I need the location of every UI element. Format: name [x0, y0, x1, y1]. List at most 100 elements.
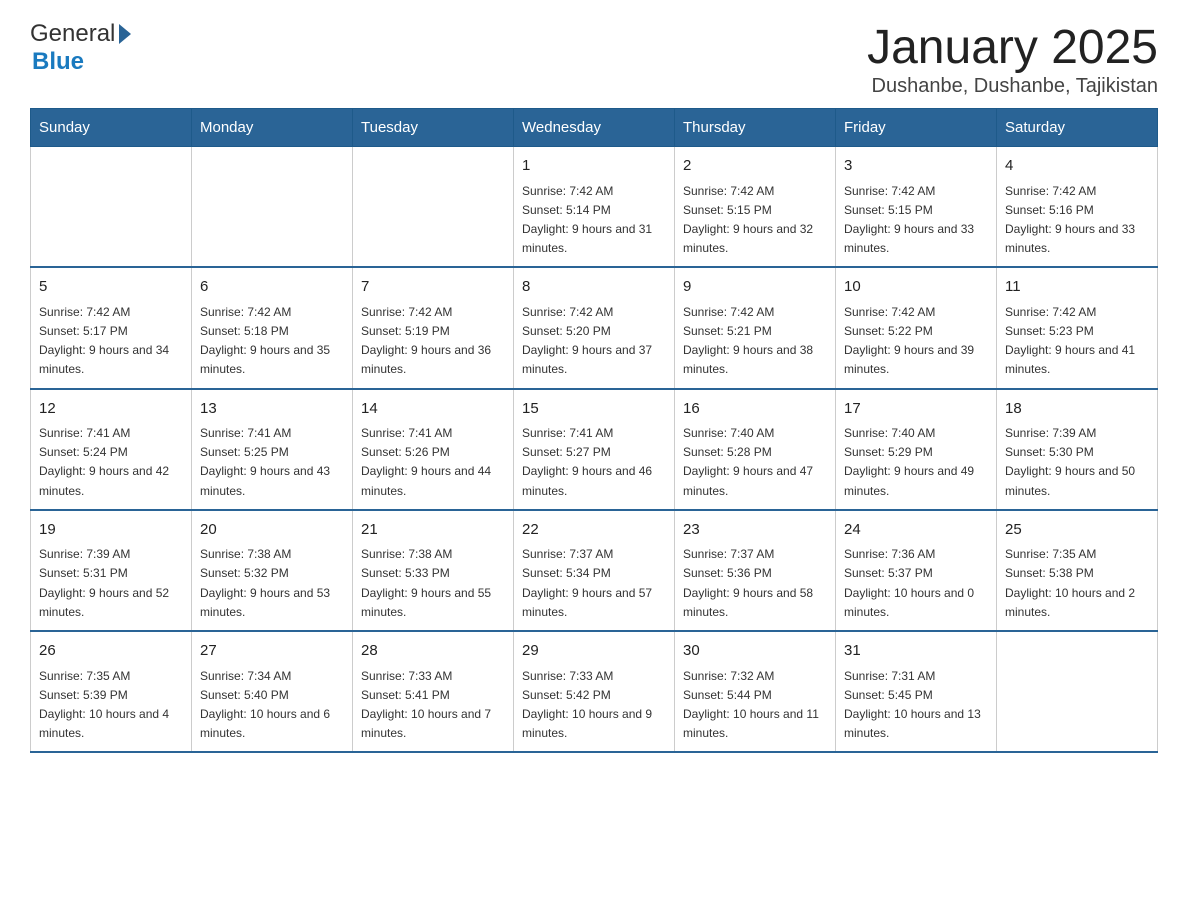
day-info: Sunrise: 7:39 AM Sunset: 5:31 PM Dayligh…: [39, 545, 183, 622]
calendar-cell: 15 Sunrise: 7:41 AM Sunset: 5:27 PM Dayli…: [514, 389, 675, 510]
calendar-week-row: 12Sunrise: 7:41 AM Sunset: 5:24 PM Dayli…: [31, 389, 1158, 510]
calendar-cell: 18 Sunrise: 7:39 AM Sunset: 5:30 PM Dayli…: [997, 389, 1158, 510]
day-info: Sunrise: 7:33 AM Sunset: 5:41 PM Dayligh…: [361, 667, 505, 744]
day-number: 12: [39, 398, 183, 421]
day-number: 19: [39, 519, 183, 542]
day-number: 25: [1005, 519, 1149, 542]
day-info: Sunrise: 7:41 AM Sunset: 5:27 PM Dayligh…: [522, 424, 666, 501]
calendar-cell: 16Sunrise: 7:40 AM Sunset: 5:28 PM Dayli…: [675, 389, 836, 510]
day-number: 29: [522, 640, 666, 663]
day-number: 7: [361, 276, 505, 299]
logo: General Blue: [30, 20, 131, 76]
day-number: 31: [844, 640, 988, 663]
title-block: January 2025 Dushanbe, Dushanbe, Tajikis…: [867, 20, 1158, 98]
calendar-cell: 8 Sunrise: 7:42 AM Sunset: 5:20 PM Daylig…: [514, 267, 675, 388]
calendar-day-header: Sunday: [31, 109, 192, 147]
day-info: Sunrise: 7:36 AM Sunset: 5:37 PM Dayligh…: [844, 545, 988, 622]
page-title: January 2025: [867, 20, 1158, 75]
day-number: 23: [683, 519, 827, 542]
day-number: 20: [200, 519, 344, 542]
calendar-cell: 28 Sunrise: 7:33 AM Sunset: 5:41 PM Dayli…: [353, 631, 514, 752]
day-number: 18: [1005, 398, 1149, 421]
calendar-cell: 11 Sunrise: 7:42 AM Sunset: 5:23 PM Dayli…: [997, 267, 1158, 388]
day-info: Sunrise: 7:37 AM Sunset: 5:34 PM Dayligh…: [522, 545, 666, 622]
logo-arrow-icon: [119, 24, 131, 44]
day-number: 26: [39, 640, 183, 663]
calendar-cell: 12Sunrise: 7:41 AM Sunset: 5:24 PM Dayli…: [31, 389, 192, 510]
calendar-cell: 5 Sunrise: 7:42 AM Sunset: 5:17 PM Daylig…: [31, 267, 192, 388]
calendar-cell: 17Sunrise: 7:40 AM Sunset: 5:29 PM Dayli…: [836, 389, 997, 510]
calendar-day-header: Thursday: [675, 109, 836, 147]
day-number: 24: [844, 519, 988, 542]
calendar-cell: 10Sunrise: 7:42 AM Sunset: 5:22 PM Dayli…: [836, 267, 997, 388]
page-subtitle: Dushanbe, Dushanbe, Tajikistan: [867, 75, 1158, 98]
calendar-cell: 24 Sunrise: 7:36 AM Sunset: 5:37 PM Dayli…: [836, 510, 997, 631]
calendar-day-header: Monday: [192, 109, 353, 147]
day-info: Sunrise: 7:42 AM Sunset: 5:14 PM Dayligh…: [522, 182, 666, 259]
day-number: 21: [361, 519, 505, 542]
calendar-cell: 19 Sunrise: 7:39 AM Sunset: 5:31 PM Dayli…: [31, 510, 192, 631]
calendar-cell: 14 Sunrise: 7:41 AM Sunset: 5:26 PM Dayli…: [353, 389, 514, 510]
day-info: Sunrise: 7:42 AM Sunset: 5:17 PM Dayligh…: [39, 303, 183, 380]
day-info: Sunrise: 7:32 AM Sunset: 5:44 PM Dayligh…: [683, 667, 827, 744]
calendar-cell: 23Sunrise: 7:37 AM Sunset: 5:36 PM Dayli…: [675, 510, 836, 631]
day-number: 30: [683, 640, 827, 663]
day-info: Sunrise: 7:40 AM Sunset: 5:29 PM Dayligh…: [844, 424, 988, 501]
calendar-week-row: 5 Sunrise: 7:42 AM Sunset: 5:17 PM Daylig…: [31, 267, 1158, 388]
calendar-day-header: Wednesday: [514, 109, 675, 147]
calendar-week-row: 19 Sunrise: 7:39 AM Sunset: 5:31 PM Dayli…: [31, 510, 1158, 631]
day-info: Sunrise: 7:39 AM Sunset: 5:30 PM Dayligh…: [1005, 424, 1149, 501]
day-number: 9: [683, 276, 827, 299]
calendar-cell: 25 Sunrise: 7:35 AM Sunset: 5:38 PM Dayli…: [997, 510, 1158, 631]
day-info: Sunrise: 7:42 AM Sunset: 5:20 PM Dayligh…: [522, 303, 666, 380]
day-info: Sunrise: 7:42 AM Sunset: 5:15 PM Dayligh…: [844, 182, 988, 259]
day-number: 13: [200, 398, 344, 421]
calendar-day-header: Tuesday: [353, 109, 514, 147]
day-number: 1: [522, 155, 666, 178]
logo-blue-text: Blue: [32, 48, 84, 75]
calendar-cell: 27Sunrise: 7:34 AM Sunset: 5:40 PM Dayli…: [192, 631, 353, 752]
day-number: 14: [361, 398, 505, 421]
day-number: 22: [522, 519, 666, 542]
calendar-cell: [31, 147, 192, 268]
day-info: Sunrise: 7:38 AM Sunset: 5:32 PM Dayligh…: [200, 545, 344, 622]
calendar-day-header: Friday: [836, 109, 997, 147]
calendar-cell: [997, 631, 1158, 752]
calendar-cell: 1 Sunrise: 7:42 AM Sunset: 5:14 PM Daylig…: [514, 147, 675, 268]
calendar-cell: 6Sunrise: 7:42 AM Sunset: 5:18 PM Daylig…: [192, 267, 353, 388]
day-info: Sunrise: 7:34 AM Sunset: 5:40 PM Dayligh…: [200, 667, 344, 744]
day-info: Sunrise: 7:42 AM Sunset: 5:19 PM Dayligh…: [361, 303, 505, 380]
calendar-cell: 31Sunrise: 7:31 AM Sunset: 5:45 PM Dayli…: [836, 631, 997, 752]
day-number: 6: [200, 276, 344, 299]
day-info: Sunrise: 7:40 AM Sunset: 5:28 PM Dayligh…: [683, 424, 827, 501]
logo-general-text: General: [30, 20, 115, 48]
day-info: Sunrise: 7:42 AM Sunset: 5:15 PM Dayligh…: [683, 182, 827, 259]
day-number: 11: [1005, 276, 1149, 299]
day-info: Sunrise: 7:33 AM Sunset: 5:42 PM Dayligh…: [522, 667, 666, 744]
calendar-cell: 26 Sunrise: 7:35 AM Sunset: 5:39 PM Dayli…: [31, 631, 192, 752]
calendar-cell: 4Sunrise: 7:42 AM Sunset: 5:16 PM Daylig…: [997, 147, 1158, 268]
day-info: Sunrise: 7:38 AM Sunset: 5:33 PM Dayligh…: [361, 545, 505, 622]
calendar-cell: [192, 147, 353, 268]
calendar-cell: 20 Sunrise: 7:38 AM Sunset: 5:32 PM Dayli…: [192, 510, 353, 631]
calendar-cell: 30 Sunrise: 7:32 AM Sunset: 5:44 PM Dayli…: [675, 631, 836, 752]
calendar-header-row: SundayMondayTuesdayWednesdayThursdayFrid…: [31, 109, 1158, 147]
day-number: 28: [361, 640, 505, 663]
day-info: Sunrise: 7:35 AM Sunset: 5:39 PM Dayligh…: [39, 667, 183, 744]
calendar-table: SundayMondayTuesdayWednesdayThursdayFrid…: [30, 108, 1158, 753]
day-number: 3: [844, 155, 988, 178]
day-info: Sunrise: 7:42 AM Sunset: 5:23 PM Dayligh…: [1005, 303, 1149, 380]
day-number: 8: [522, 276, 666, 299]
day-info: Sunrise: 7:41 AM Sunset: 5:25 PM Dayligh…: [200, 424, 344, 501]
calendar-cell: 21 Sunrise: 7:38 AM Sunset: 5:33 PM Dayli…: [353, 510, 514, 631]
day-number: 10: [844, 276, 988, 299]
calendar-cell: [353, 147, 514, 268]
day-info: Sunrise: 7:41 AM Sunset: 5:26 PM Dayligh…: [361, 424, 505, 501]
day-number: 15: [522, 398, 666, 421]
calendar-week-row: 26 Sunrise: 7:35 AM Sunset: 5:39 PM Dayli…: [31, 631, 1158, 752]
calendar-week-row: 1 Sunrise: 7:42 AM Sunset: 5:14 PM Daylig…: [31, 147, 1158, 268]
page-header: General Blue January 2025 Dushanbe, Dush…: [30, 20, 1158, 98]
day-info: Sunrise: 7:35 AM Sunset: 5:38 PM Dayligh…: [1005, 545, 1149, 622]
day-number: 5: [39, 276, 183, 299]
calendar-cell: 22 Sunrise: 7:37 AM Sunset: 5:34 PM Dayli…: [514, 510, 675, 631]
